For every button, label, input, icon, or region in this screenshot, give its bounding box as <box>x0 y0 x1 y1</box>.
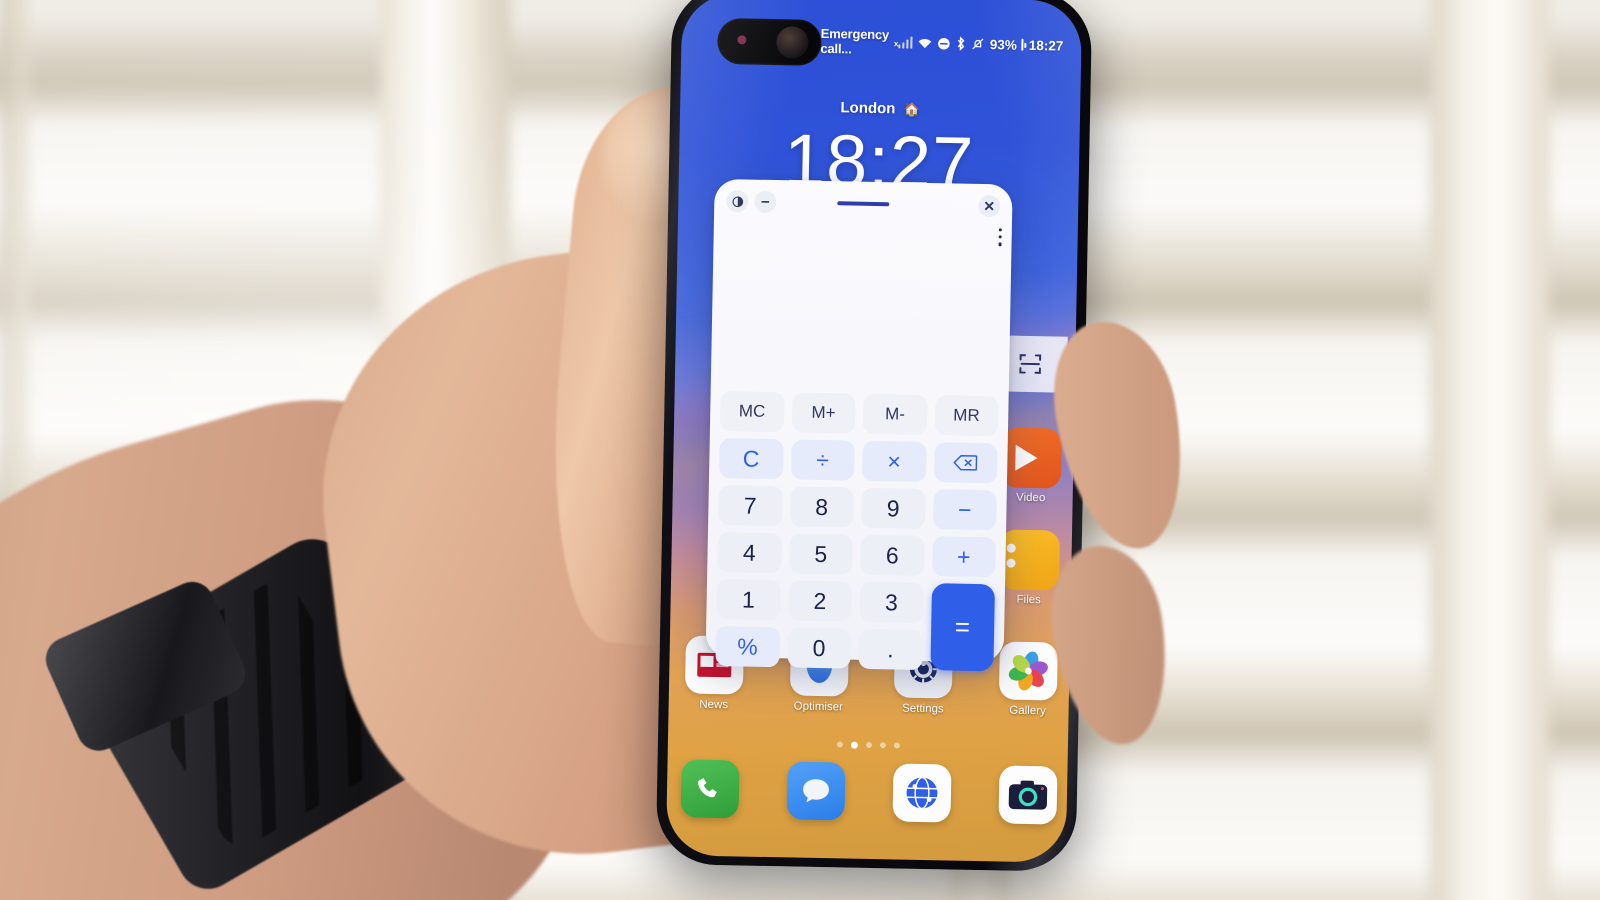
dock-icon-camera[interactable] <box>998 765 1058 825</box>
equals-key[interactable]: = <box>929 583 996 672</box>
app-icon-video[interactable]: Video <box>1000 427 1063 505</box>
mute-bell-icon <box>972 37 985 51</box>
bluetooth-icon <box>956 36 967 51</box>
phone-handset-icon <box>680 759 740 819</box>
status-time-label: 18:27 <box>1028 37 1064 54</box>
digit-7-key[interactable]: 7 <box>718 485 783 527</box>
digit-1-key[interactable]: 1 <box>716 579 781 621</box>
files-icon <box>998 529 1061 591</box>
status-bar: Emergency call... x 93% 18:27 <box>820 26 1064 60</box>
phone-screen[interactable]: Emergency call... x 93% 18:27 London 🏠 1… <box>665 0 1083 863</box>
city-label: London <box>840 99 896 118</box>
digit-0-key[interactable]: 0 <box>786 627 852 669</box>
page-dot <box>879 742 886 749</box>
app-label-optimiser: Optimiser <box>793 700 843 714</box>
browser-globe-icon <box>892 763 952 823</box>
page-dot-active <box>850 741 858 749</box>
multiply-key[interactable]: × <box>861 440 927 482</box>
digit-4-key[interactable]: 4 <box>717 532 782 574</box>
camera-icon <box>998 765 1058 825</box>
gallery-pinwheel-icon <box>998 641 1058 701</box>
dock-icon-messages[interactable] <box>786 761 846 821</box>
digit-6-key[interactable]: 6 <box>860 534 925 576</box>
page-dot <box>865 741 872 749</box>
memory-add-key[interactable]: M+ <box>791 392 856 434</box>
message-bubble-icon <box>786 761 846 821</box>
digit-8-key[interactable]: 8 <box>789 486 854 528</box>
home-icon: 🏠 <box>903 101 920 117</box>
battery-percent-label: 93% <box>989 36 1017 53</box>
page-dot <box>836 741 843 748</box>
app-label-video: Video <box>1015 491 1046 505</box>
volte-icon <box>938 37 951 50</box>
digit-2-key[interactable]: 2 <box>787 580 853 622</box>
digit-3-key[interactable]: 3 <box>859 581 924 623</box>
carrier-label: Emergency call... <box>820 25 890 57</box>
app-icon-gallery[interactable]: Gallery <box>996 641 1059 717</box>
signal-bars-icon: x <box>894 36 913 49</box>
add-key[interactable]: + <box>931 536 996 578</box>
dock <box>680 759 1058 825</box>
calculator-keypad: MC M+ M- MR C ÷ × 7 8 9 − 4 5 6 + 1 2 3 … <box>715 391 999 672</box>
wifi-icon <box>918 36 933 49</box>
battery-icon <box>1021 38 1025 51</box>
dock-icon-phone[interactable] <box>680 759 740 819</box>
app-label-gallery: Gallery <box>1009 704 1046 718</box>
drag-handle[interactable] <box>837 201 890 206</box>
scene-root: Emergency call... x 93% 18:27 London 🏠 1… <box>0 0 1600 900</box>
video-icon <box>1000 427 1063 489</box>
divide-key[interactable]: ÷ <box>790 439 855 481</box>
page-dot <box>893 742 900 749</box>
clear-key[interactable]: C <box>719 438 784 480</box>
memory-clear-key[interactable]: MC <box>719 391 785 433</box>
calculator-display <box>721 215 1002 396</box>
memory-recall-key[interactable]: MR <box>934 395 999 437</box>
shutter-post-3 <box>1430 0 1550 900</box>
camera-lens-secondary <box>737 35 747 45</box>
app-icon-files[interactable]: Files <box>998 529 1061 607</box>
digit-9-key[interactable]: 9 <box>861 487 926 529</box>
close-icon[interactable]: ✕ <box>978 194 1001 218</box>
decimal-point-key[interactable]: . <box>858 628 923 670</box>
minimize-window-icon[interactable]: − <box>754 190 777 214</box>
dock-icon-browser[interactable] <box>892 763 952 823</box>
digit-5-key[interactable]: 5 <box>788 533 853 575</box>
expand-window-icon[interactable] <box>726 190 749 213</box>
smartphone: Emergency call... x 93% 18:27 London 🏠 1… <box>655 0 1093 872</box>
app-label-news: News <box>699 698 729 712</box>
calculator-floating-window[interactable]: − ✕ MC M+ M- MR C ÷ × 7 8 9 − 4 5 6 + 1 … <box>705 178 1013 672</box>
camera-lens-primary <box>776 26 809 59</box>
backspace-key[interactable] <box>933 442 998 484</box>
percent-key[interactable]: % <box>715 626 780 668</box>
memory-subtract-key[interactable]: M- <box>862 393 928 436</box>
camera-cutout <box>716 17 822 66</box>
app-label-files: Files <box>1016 593 1041 607</box>
subtract-key[interactable]: − <box>932 489 997 531</box>
app-label-settings: Settings <box>902 702 944 716</box>
page-indicator[interactable] <box>668 738 1068 753</box>
